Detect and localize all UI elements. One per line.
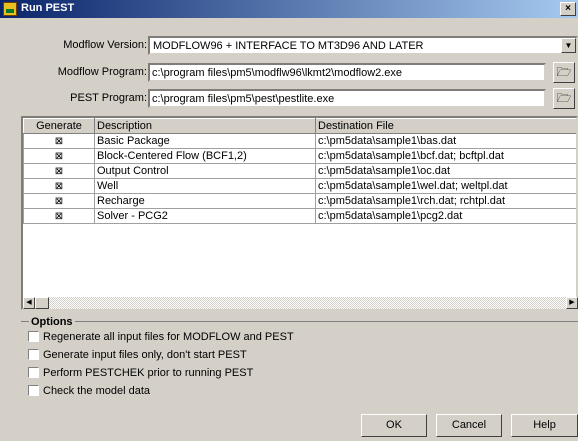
empty-row — [23, 223, 576, 239]
modflow-program-value: c:\program files\pm5\modflw96\lkmt2\modf… — [152, 67, 403, 79]
table-row[interactable]: ⊠ Basic Package c:\pm5data\sample1\bas.dat — [23, 133, 576, 149]
cancel-button[interactable]: Cancel — [436, 414, 502, 437]
description-cell[interactable]: Block-Centered Flow (BCF1,2) — [94, 148, 316, 164]
pest-program-field[interactable]: c:\program files\pm5\pest\pestlite.exe — [148, 89, 546, 108]
scroll-right-icon[interactable]: ▶ — [566, 297, 578, 309]
empty-row — [23, 268, 576, 284]
app-icon — [3, 2, 17, 16]
generate-cell[interactable]: ⊠ — [23, 208, 95, 224]
empty-row — [23, 238, 576, 254]
title-bar: Run PEST × — [0, 0, 578, 18]
ok-button[interactable]: OK — [361, 414, 427, 437]
scroll-left-icon[interactable]: ◀ — [23, 297, 35, 309]
option-label: Regenerate all input files for MODFLOW a… — [43, 331, 294, 343]
option-label: Check the model data — [43, 385, 151, 397]
checkbox[interactable] — [28, 349, 39, 360]
close-button[interactable]: × — [560, 2, 576, 16]
destination-file-cell[interactable]: c:\pm5data\sample1\rch.dat; rchtpl.dat — [315, 193, 576, 209]
checked-box-icon[interactable]: ⊠ — [55, 196, 63, 207]
scroll-thumb[interactable] — [35, 297, 49, 309]
destination-file-cell[interactable]: c:\pm5data\sample1\bas.dat — [315, 133, 576, 149]
modflow-version-select[interactable]: MODFLOW96 + INTERFACE TO MT3D96 AND LATE… — [148, 36, 578, 55]
table-row[interactable]: ⊠ Block-Centered Flow (BCF1,2) c:\pm5data\… — [23, 148, 576, 164]
pest-program-value: c:\program files\pm5\pest\pestlite.exe — [152, 93, 335, 105]
table-row[interactable]: ⊠ Solver - PCG2 c:\pm5data\sample1\pcg2.da… — [23, 208, 576, 224]
description-cell[interactable]: Output Control — [94, 163, 316, 179]
option-regenerate[interactable]: Regenerate all input files for MODFLOW a… — [28, 331, 294, 345]
open-folder-icon[interactable]: 🗁 — [553, 62, 575, 83]
description-cell[interactable]: Solver - PCG2 — [94, 208, 316, 224]
option-pestchek[interactable]: Perform PESTCHEK prior to running PEST — [28, 367, 253, 381]
destination-file-cell[interactable]: c:\pm5data\sample1\pcg2.dat — [315, 208, 576, 224]
option-label: Perform PESTCHEK prior to running PEST — [43, 367, 254, 379]
modflow-version-label: Modflow Version: — [63, 39, 147, 51]
checked-box-icon[interactable]: ⊠ — [55, 166, 63, 177]
checked-box-icon[interactable]: ⊠ — [55, 136, 63, 147]
window-title: Run PEST — [21, 2, 75, 14]
column-header-destination[interactable]: Destination File — [315, 118, 576, 134]
modflow-program-field[interactable]: c:\program files\pm5\modflw96\lkmt2\modf… — [148, 63, 546, 82]
option-label: Generate input files only, don't start P… — [43, 349, 247, 361]
help-button[interactable]: Help — [511, 414, 578, 437]
description-cell[interactable]: Basic Package — [94, 133, 316, 149]
grid-header-row: Generate Description Destination File — [23, 118, 576, 134]
column-header-description[interactable]: Description — [94, 118, 316, 134]
empty-row — [23, 253, 576, 269]
pest-program-label: PEST Program: — [70, 92, 147, 104]
table-row[interactable]: ⊠ Output Control c:\pm5data\sample1\oc.dat — [23, 163, 576, 179]
generate-cell[interactable]: ⊠ — [23, 178, 95, 194]
checked-box-icon[interactable]: ⊠ — [55, 181, 63, 192]
generate-cell[interactable]: ⊠ — [23, 148, 95, 164]
generate-cell[interactable]: ⊠ — [23, 193, 95, 209]
generate-cell[interactable]: ⊠ — [23, 163, 95, 179]
chevron-down-icon[interactable]: ▼ — [561, 38, 576, 53]
description-cell[interactable]: Recharge — [94, 193, 316, 209]
checkbox[interactable] — [28, 367, 39, 378]
checked-box-icon[interactable]: ⊠ — [55, 211, 63, 222]
modflow-version-value: MODFLOW96 + INTERFACE TO MT3D96 AND LATE… — [153, 40, 424, 52]
modflow-program-label: Modflow Program: — [57, 66, 147, 78]
horizontal-scrollbar[interactable]: ◀ ▶ — [23, 297, 578, 309]
destination-file-cell[interactable]: c:\pm5data\sample1\bcf.dat; bcftpl.dat — [315, 148, 576, 164]
table-row[interactable]: ⊠ Recharge c:\pm5data\sample1\rch.dat; rch… — [23, 193, 576, 209]
option-check-model[interactable]: Check the model data — [28, 385, 150, 399]
destination-file-cell[interactable]: c:\pm5data\sample1\oc.dat — [315, 163, 576, 179]
checkbox[interactable] — [28, 385, 39, 396]
column-header-generate[interactable]: Generate — [23, 118, 95, 134]
option-generate-only[interactable]: Generate input files only, don't start P… — [28, 349, 247, 363]
generate-cell[interactable]: ⊠ — [23, 133, 95, 149]
package-grid[interactable]: Generate Description Destination File ⊠ B… — [21, 116, 578, 310]
table-row[interactable]: ⊠ Well c:\pm5data\sample1\wel.dat; weltpl.… — [23, 178, 576, 194]
description-cell[interactable]: Well — [94, 178, 316, 194]
open-folder-icon[interactable]: 🗁 — [553, 88, 575, 109]
destination-file-cell[interactable]: c:\pm5data\sample1\wel.dat; weltpl.dat — [315, 178, 576, 194]
options-legend: Options — [29, 316, 75, 328]
checked-box-icon[interactable]: ⊠ — [55, 151, 63, 162]
checkbox[interactable] — [28, 331, 39, 342]
options-group: Options Regenerate all input files for M… — [21, 316, 578, 403]
